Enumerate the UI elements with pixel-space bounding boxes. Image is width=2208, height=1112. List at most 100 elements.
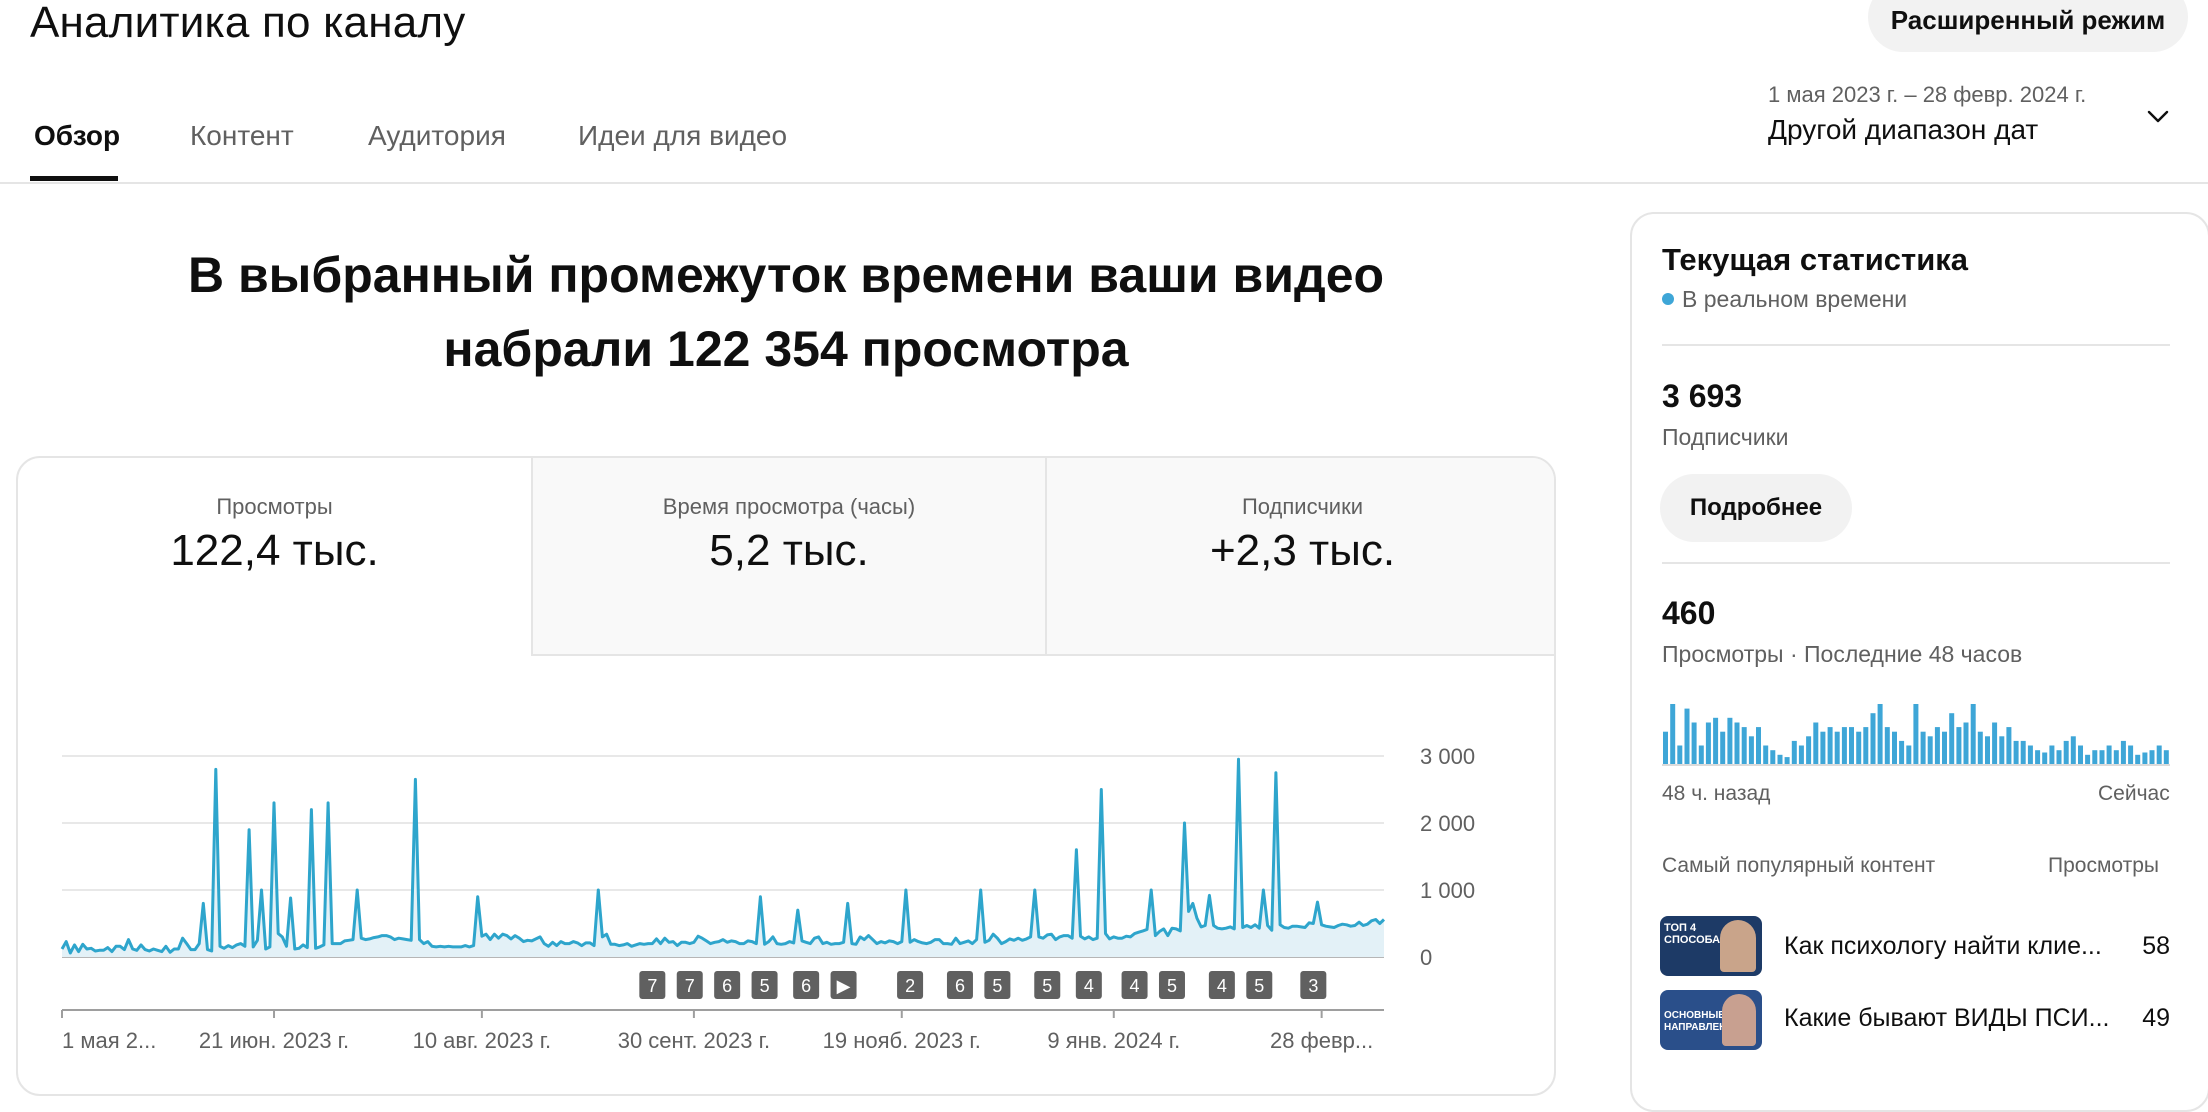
- metric-tab-subscribers[interactable]: Подписчики +2,3 тыс.: [1047, 458, 1554, 656]
- metrics-card: Просмотры 122,4 тыс. Время просмотра (ча…: [16, 456, 1556, 1096]
- sparkline-bar: [1977, 731, 1983, 764]
- sparkline-bar: [1691, 722, 1697, 764]
- sparkline-bar: [1784, 757, 1790, 764]
- x-tick-label: 10 авг. 2023 г.: [413, 1028, 552, 1053]
- content-badge-label: 2: [905, 976, 915, 996]
- sparkline-bar: [1756, 727, 1761, 764]
- sparkline-bar: [1949, 713, 1955, 764]
- content-badge-label: 7: [685, 976, 695, 996]
- sparkline-bar: [1992, 722, 1998, 764]
- sparkline-bar: [1841, 727, 1847, 764]
- content-badge-label: 5: [1042, 976, 1052, 996]
- content-badge-label: 5: [1167, 976, 1177, 996]
- content-badge-label: 4: [1084, 976, 1094, 996]
- x-tick-label: 19 нояб. 2023 г.: [823, 1028, 981, 1053]
- sparkline-bar: [1985, 736, 1990, 764]
- video-thumbnail: ТОП 4 СПОСОБА: [1660, 916, 1762, 976]
- sparkline-bar: [2106, 745, 2112, 764]
- metric-label: Просмотры: [216, 494, 333, 519]
- sparkline-bar: [2042, 752, 2048, 764]
- thumbnail-text: СПОСОБА: [1664, 934, 1721, 946]
- details-button[interactable]: Подробнее: [1660, 474, 1852, 542]
- sparkline-bar: [1663, 731, 1668, 764]
- sparkline-bar: [1849, 727, 1854, 764]
- sparkline-bar: [1798, 745, 1804, 764]
- popular-item-title[interactable]: Какие бывают ВИДЫ ПСИ...: [1784, 1004, 2110, 1033]
- views-chart[interactable]: 0 1 000 2 000 3 000 7 7 6 5 6 ▶ 2 6 5 5 4 4 5 4 5 3 1 мая 2.…: [18, 656, 1556, 1096]
- sparkline-bar: [1770, 750, 1776, 764]
- realtime-label: В реальном времени: [1682, 286, 1908, 312]
- advanced-mode-button[interactable]: Расширенный режим: [1868, 0, 2188, 52]
- sparkline-bar: [2070, 736, 2076, 764]
- sparkline-bar: [2135, 754, 2141, 764]
- y-tick-label: 0: [1420, 945, 1432, 970]
- sparkline-bar: [1956, 727, 1962, 764]
- sparkline-bar: [2020, 740, 2026, 764]
- popular-content-header: Самый популярный контент: [1662, 854, 1936, 877]
- subscribers-label: Подписчики: [1662, 424, 1789, 450]
- y-tick-label: 2 000: [1420, 811, 1475, 836]
- tab-overview[interactable]: Обзор: [34, 120, 120, 152]
- content-badge-label: 5: [1254, 976, 1264, 996]
- sparkline-bar: [1813, 722, 1819, 764]
- sparkline-bar: [1892, 731, 1897, 764]
- sparkline-bar: [2128, 745, 2134, 764]
- sparkline-bar: [2035, 750, 2041, 764]
- realtime-panel-title: Текущая статистика: [1662, 242, 1969, 277]
- chevron-down-icon[interactable]: [2146, 104, 2170, 128]
- content-badge-label: 5: [992, 976, 1002, 996]
- sparkline-start-label: 48 ч. назад: [1662, 782, 1771, 805]
- date-range-dates: 1 мая 2023 г. – 28 февр. 2024 г.: [1768, 82, 2087, 107]
- sparkline-bar: [2113, 750, 2119, 764]
- summary-headline-line1: В выбранный промежуток времени ваши виде…: [187, 247, 1385, 303]
- tab-video-ideas[interactable]: Идеи для видео: [578, 120, 787, 152]
- realtime-dot-icon: [1662, 293, 1674, 305]
- popular-views-header: Просмотры: [2048, 854, 2159, 877]
- sparkline-bar: [2120, 740, 2126, 764]
- metric-value: 122,4 тыс.: [170, 526, 379, 575]
- sparkline-bar: [1777, 754, 1783, 764]
- sparkline-bar: [2092, 750, 2098, 764]
- sparkline-bar: [1713, 717, 1719, 764]
- metric-tab-watch-time[interactable]: Время просмотра (часы) 5,2 тыс.: [533, 458, 1045, 656]
- sparkline-bar: [1741, 727, 1747, 764]
- x-tick-label: 21 июн. 2023 г.: [199, 1028, 349, 1053]
- y-tick-label: 3 000: [1420, 744, 1475, 769]
- date-range-picker[interactable]: Другой диапазон дат: [1768, 114, 2038, 146]
- sparkline-bar: [2099, 750, 2105, 764]
- thumbnail-person: [1720, 920, 1756, 972]
- summary-headline-line2: набрали 122 354 просмотра: [443, 321, 1129, 377]
- sparkline-bar: [1963, 722, 1969, 764]
- sparkline-bar: [1684, 708, 1690, 764]
- tab-audience[interactable]: Аудитория: [368, 120, 506, 152]
- views-48h-sparkline[interactable]: [1662, 700, 2170, 766]
- sparkline-bar: [2149, 750, 2155, 764]
- popular-item-title[interactable]: Как психологу найти клие...: [1784, 932, 2102, 961]
- sparkline-bar: [1877, 704, 1883, 764]
- sparkline-bar: [1698, 745, 1704, 764]
- sparkline-bar: [1934, 727, 1940, 764]
- summary-headline: В выбранный промежуток времени ваши виде…: [100, 238, 1472, 386]
- content-badge-label: 6: [955, 976, 965, 996]
- sparkline-bar: [2163, 750, 2169, 764]
- content-badge-label: 4: [1130, 976, 1140, 996]
- sparkline-bar: [1906, 745, 1912, 764]
- sparkline-bar: [1927, 736, 1933, 764]
- sparkline-bar: [2085, 754, 2091, 764]
- metric-tab-views[interactable]: Просмотры 122,4 тыс.: [18, 458, 531, 656]
- content-badge-label: ▶: [837, 976, 851, 996]
- sparkline-bar: [2049, 745, 2055, 764]
- sparkline-bar: [1820, 731, 1826, 764]
- content-badge-label: 4: [1217, 976, 1227, 996]
- sparkline-bar: [1705, 722, 1711, 764]
- x-tick-label: 1 мая 2...: [62, 1028, 156, 1053]
- thumbnail-text: ТОП 4: [1664, 922, 1697, 934]
- content-badge-label: 6: [801, 976, 811, 996]
- tab-content[interactable]: Контент: [190, 120, 294, 152]
- content-badge-label: 6: [722, 976, 732, 996]
- sparkline-bar: [1806, 736, 1812, 764]
- video-thumbnail: ОСНОВНЫЕ НАПРАВЛЕНИЯ: [1660, 990, 1762, 1050]
- popular-item[interactable]: ОСНОВНЫЕ НАПРАВЛЕНИЯ: [1660, 990, 1762, 1050]
- sparkline-bar: [2013, 740, 2019, 764]
- popular-item[interactable]: ТОП 4 СПОСОБА: [1660, 916, 1762, 976]
